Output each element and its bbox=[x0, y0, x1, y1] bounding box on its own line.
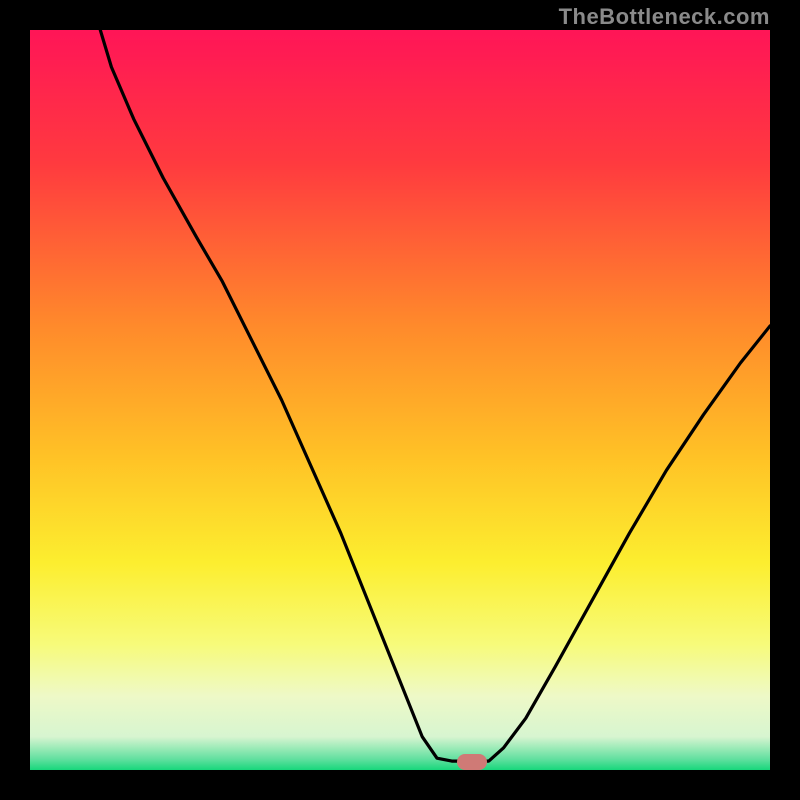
optimal-marker bbox=[457, 754, 487, 770]
chart-frame: TheBottleneck.com bbox=[0, 0, 800, 800]
bottleneck-curve bbox=[30, 30, 770, 770]
watermark-text: TheBottleneck.com bbox=[559, 4, 770, 30]
plot-area bbox=[30, 30, 770, 770]
